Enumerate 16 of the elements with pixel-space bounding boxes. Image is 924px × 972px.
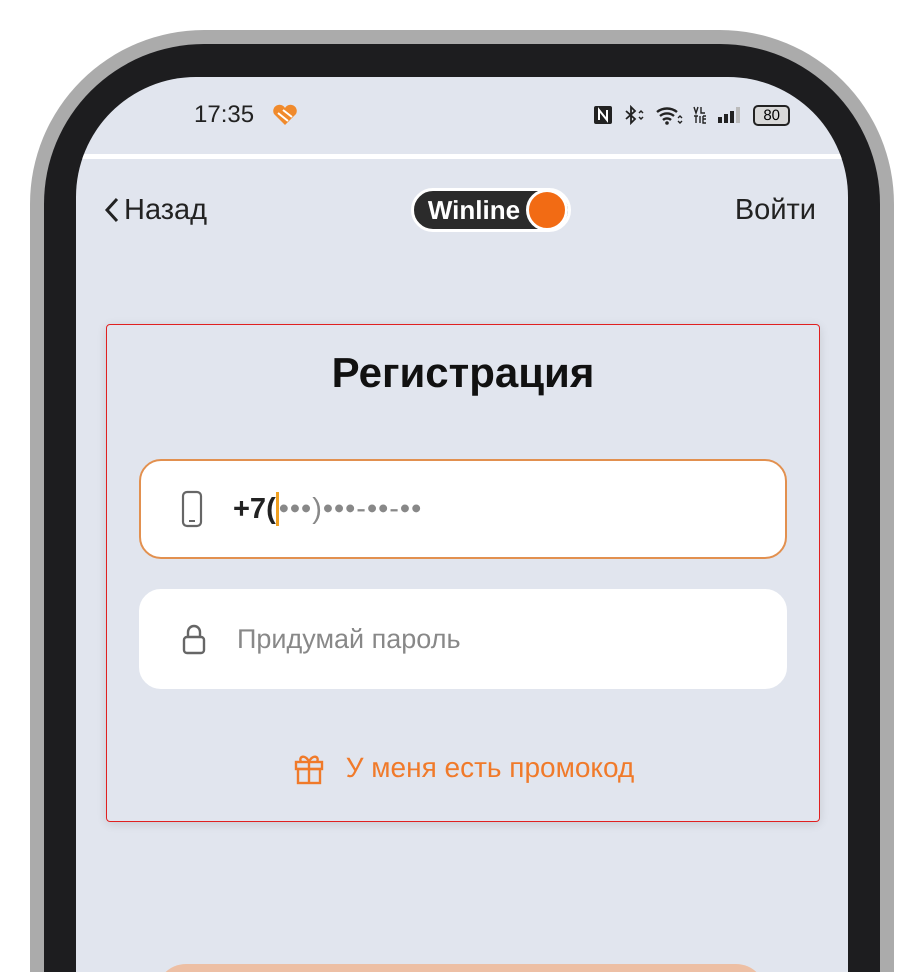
status-time: 17:35 [194, 101, 254, 130]
password-field[interactable]: Придумай пароль [139, 589, 787, 690]
wifi-icon [655, 105, 684, 126]
battery-indicator: 80 [753, 104, 790, 126]
volte-icon [693, 105, 708, 126]
nfc-icon [593, 105, 614, 126]
winline-logo: Winline [410, 188, 572, 232]
chevron-left-icon [104, 196, 120, 224]
login-button[interactable]: Войти [734, 194, 816, 227]
bluetooth-icon [623, 105, 646, 126]
phone-field[interactable]: +7(•••)•••-••-•• [139, 459, 787, 560]
form-title: Регистрация [330, 349, 596, 398]
back-button[interactable]: Назад [104, 194, 208, 227]
lock-icon [181, 623, 207, 656]
heart-icon [272, 104, 298, 126]
phone-icon [181, 490, 203, 528]
